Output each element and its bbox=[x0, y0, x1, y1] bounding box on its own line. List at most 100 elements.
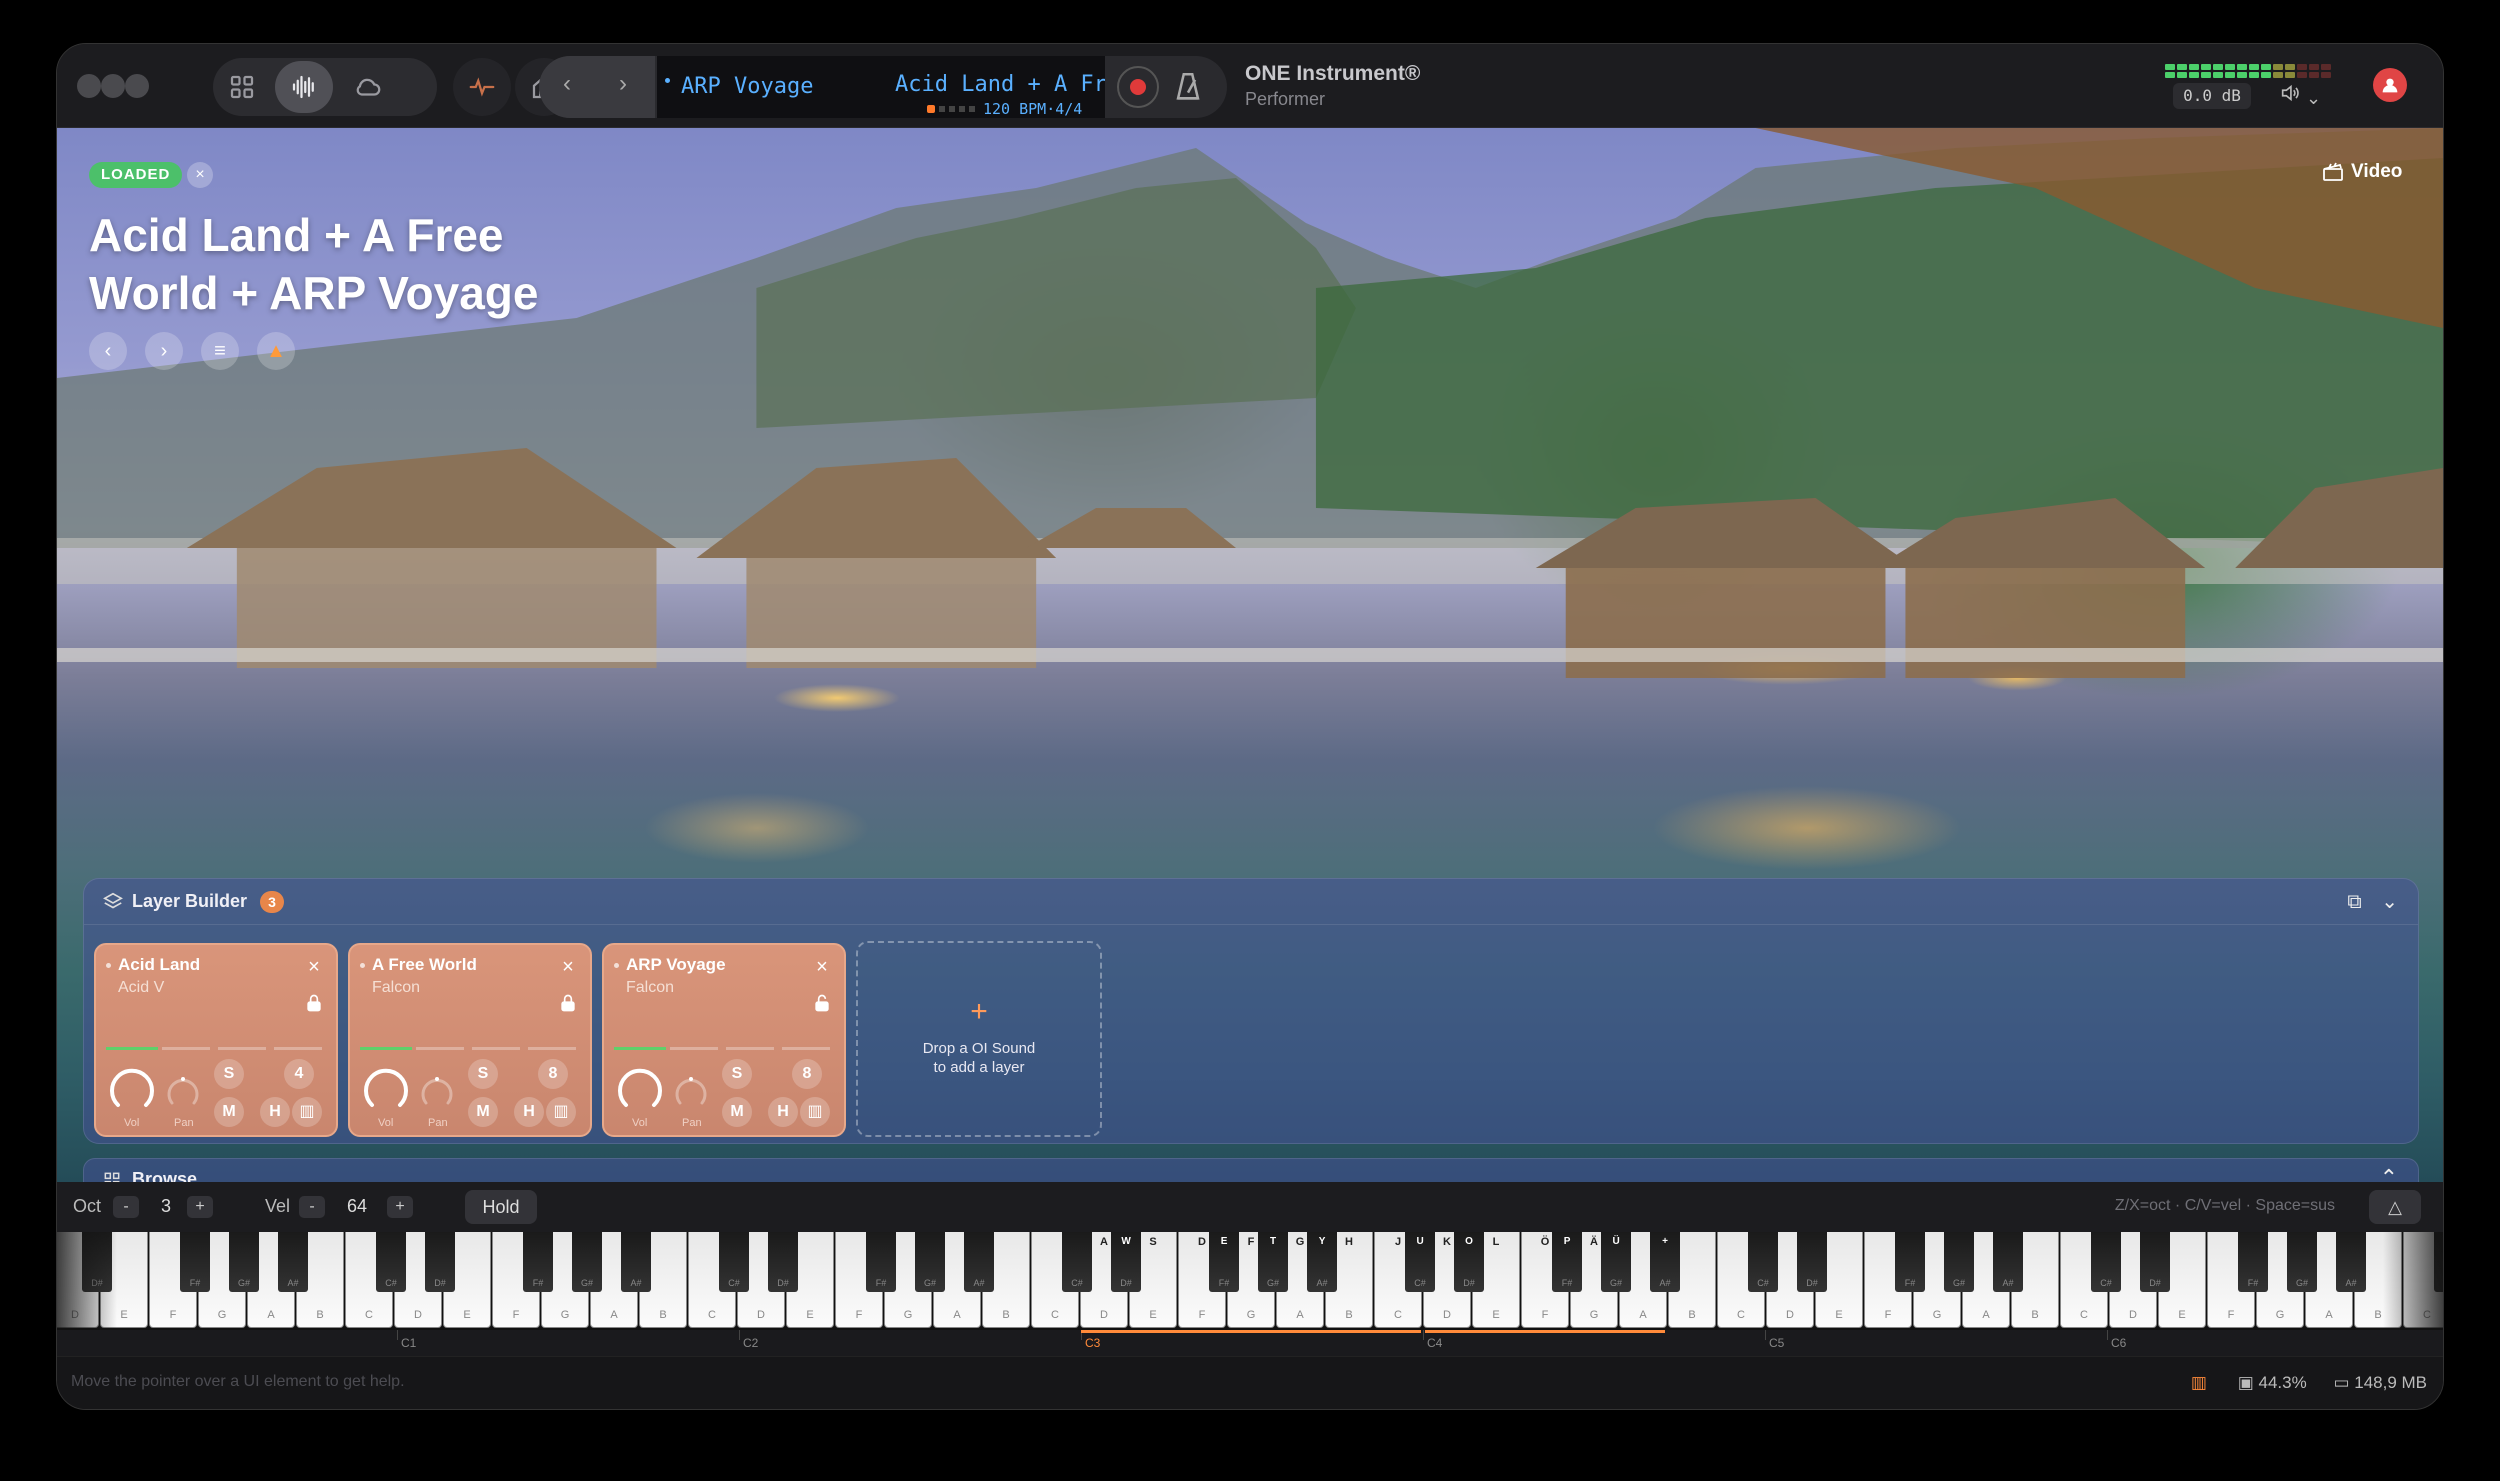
black-key[interactable]: F# bbox=[1895, 1232, 1925, 1292]
black-key[interactable]: A# bbox=[1993, 1232, 2023, 1292]
black-key[interactable]: G# Ü bbox=[1601, 1232, 1631, 1292]
black-key[interactable]: G# bbox=[572, 1232, 602, 1292]
black-key[interactable]: F# bbox=[2238, 1232, 2268, 1292]
midi-channel-button[interactable]: 8 bbox=[538, 1059, 568, 1089]
lock-icon[interactable] bbox=[304, 993, 324, 1013]
layer-builder-header[interactable]: Layer Builder 3 ⧉ ⌄ bbox=[84, 879, 2418, 925]
keyboard-controls: Oct - 3 + Vel - 64 + Hold Z/X=oct · C/V=… bbox=[57, 1182, 2443, 1232]
solo-button[interactable]: S bbox=[468, 1059, 498, 1089]
layer-card[interactable]: Acid Land Acid V × Vol Pan S 4 M H ▥ bbox=[94, 943, 338, 1137]
black-key[interactable]: G# bbox=[915, 1232, 945, 1292]
piano-keyboard[interactable]: DD#EFF#GG#AA#BCC#DD#EFF#GG#AA#BCC#DD#EFF… bbox=[57, 1232, 2443, 1330]
pan-knob[interactable] bbox=[672, 1073, 710, 1111]
black-key[interactable]: F# P bbox=[1552, 1232, 1582, 1292]
midi-channel-button[interactable]: 4 bbox=[284, 1059, 314, 1089]
black-key[interactable]: G# T bbox=[1258, 1232, 1288, 1292]
random-icon[interactable]: ⧉ bbox=[2347, 891, 2361, 913]
black-key[interactable]: D# bbox=[1797, 1232, 1827, 1292]
black-key[interactable]: F# bbox=[180, 1232, 210, 1292]
volume-knob[interactable] bbox=[614, 1063, 666, 1115]
volume-knob[interactable] bbox=[360, 1063, 412, 1115]
waveform-view-button[interactable] bbox=[275, 61, 333, 113]
black-key[interactable]: A# bbox=[2336, 1232, 2366, 1292]
next-preset-button[interactable]: › bbox=[619, 70, 627, 98]
hold-layer-button[interactable]: H bbox=[260, 1097, 290, 1127]
drop-zone[interactable]: + Drop a OI Sound to add a layer bbox=[856, 941, 1102, 1137]
octave-up-button[interactable]: + bbox=[187, 1196, 213, 1218]
zoom-window-button[interactable] bbox=[125, 74, 149, 98]
mute-button[interactable]: M bbox=[468, 1097, 498, 1127]
db-readout[interactable]: 0.0 dB bbox=[2173, 83, 2251, 109]
remove-layer-button[interactable]: × bbox=[302, 955, 326, 979]
black-key[interactable]: D# O bbox=[1454, 1232, 1484, 1292]
meter-segment bbox=[2261, 64, 2271, 70]
record-button[interactable] bbox=[1117, 66, 1159, 108]
black-key[interactable]: A# bbox=[964, 1232, 994, 1292]
minimize-window-button[interactable] bbox=[101, 74, 125, 98]
hold-button[interactable]: Hold bbox=[465, 1190, 537, 1224]
black-key[interactable]: C# U bbox=[1405, 1232, 1435, 1292]
black-key[interactable]: D# W bbox=[1111, 1232, 1141, 1292]
mute-button[interactable]: M bbox=[722, 1097, 752, 1127]
black-key[interactable]: F# E bbox=[1209, 1232, 1239, 1292]
black-key[interactable]: C# bbox=[1062, 1232, 1092, 1292]
black-key[interactable]: C# bbox=[1748, 1232, 1778, 1292]
close-icon[interactable]: × bbox=[187, 162, 213, 188]
pan-knob[interactable] bbox=[164, 1073, 202, 1111]
metronome-button[interactable] bbox=[1171, 70, 1205, 109]
volume-knob[interactable] bbox=[106, 1063, 158, 1115]
black-key[interactable]: C# bbox=[2091, 1232, 2121, 1292]
hold-layer-button[interactable]: H bbox=[514, 1097, 544, 1127]
warning-button[interactable]: ▲ bbox=[257, 332, 295, 370]
video-button[interactable]: Video bbox=[2321, 160, 2402, 184]
black-key[interactable]: C# bbox=[719, 1232, 749, 1292]
black-key[interactable]: D# bbox=[2140, 1232, 2170, 1292]
prev-preset-button[interactable]: ‹ bbox=[563, 70, 571, 98]
keyboard-range-icon[interactable]: ▥ bbox=[292, 1097, 322, 1127]
black-key[interactable]: G# bbox=[229, 1232, 259, 1292]
unlock-icon[interactable] bbox=[812, 993, 832, 1013]
remove-layer-button[interactable]: × bbox=[810, 955, 834, 979]
black-key[interactable]: G# bbox=[1944, 1232, 1974, 1292]
output-volume-button[interactable]: ⌄ bbox=[2279, 82, 2321, 109]
black-key[interactable]: D# bbox=[768, 1232, 798, 1292]
activity-button[interactable] bbox=[453, 58, 511, 116]
midi-channel-button[interactable]: 8 bbox=[792, 1059, 822, 1089]
grid-view-button[interactable] bbox=[213, 58, 271, 116]
black-key[interactable]: C# bbox=[376, 1232, 406, 1292]
black-key[interactable]: F# bbox=[523, 1232, 553, 1292]
list-button[interactable]: ≡ bbox=[201, 332, 239, 370]
midi-keyboard-icon[interactable]: ▥ bbox=[2191, 1373, 2207, 1392]
close-window-button[interactable] bbox=[77, 74, 101, 98]
black-key[interactable]: F# bbox=[866, 1232, 896, 1292]
velocity-down-button[interactable]: - bbox=[299, 1196, 325, 1218]
lcd-display[interactable]: ARP Voyage Acid Land + A Free World 120 … bbox=[657, 56, 1105, 118]
chevron-up-icon[interactable]: ⌃ bbox=[2380, 1165, 2398, 1182]
cloud-view-button[interactable] bbox=[339, 58, 397, 116]
solo-button[interactable]: S bbox=[722, 1059, 752, 1089]
mute-button[interactable]: M bbox=[214, 1097, 244, 1127]
layer-card[interactable]: A Free World Falcon × Vol Pan S 8 M H ▥ bbox=[348, 943, 592, 1137]
prev-button[interactable]: ‹ bbox=[89, 332, 127, 370]
black-key[interactable]: A# bbox=[278, 1232, 308, 1292]
solo-button[interactable]: S bbox=[214, 1059, 244, 1089]
octave-down-button[interactable]: - bbox=[113, 1196, 139, 1218]
lock-icon[interactable] bbox=[558, 993, 578, 1013]
black-key[interactable]: A# + bbox=[1650, 1232, 1680, 1292]
chevron-down-icon[interactable]: ⌄ bbox=[2381, 891, 2398, 913]
keyboard-range-icon[interactable]: ▥ bbox=[800, 1097, 830, 1127]
panic-button[interactable]: △ bbox=[2369, 1190, 2421, 1224]
pan-knob[interactable] bbox=[418, 1073, 456, 1111]
black-key[interactable]: D# bbox=[425, 1232, 455, 1292]
hold-layer-button[interactable]: H bbox=[768, 1097, 798, 1127]
black-key[interactable]: G# bbox=[2287, 1232, 2317, 1292]
keyboard-range-icon[interactable]: ▥ bbox=[546, 1097, 576, 1127]
user-avatar[interactable] bbox=[2373, 68, 2407, 102]
remove-layer-button[interactable]: × bbox=[556, 955, 580, 979]
black-key[interactable]: A# Y bbox=[1307, 1232, 1337, 1292]
velocity-up-button[interactable]: + bbox=[387, 1196, 413, 1218]
layer-card[interactable]: ARP Voyage Falcon × Vol Pan S 8 M H ▥ bbox=[602, 943, 846, 1137]
black-key[interactable]: A# bbox=[621, 1232, 651, 1292]
next-button[interactable]: › bbox=[145, 332, 183, 370]
browse-panel[interactable]: Browse ⌃ bbox=[83, 1158, 2419, 1182]
